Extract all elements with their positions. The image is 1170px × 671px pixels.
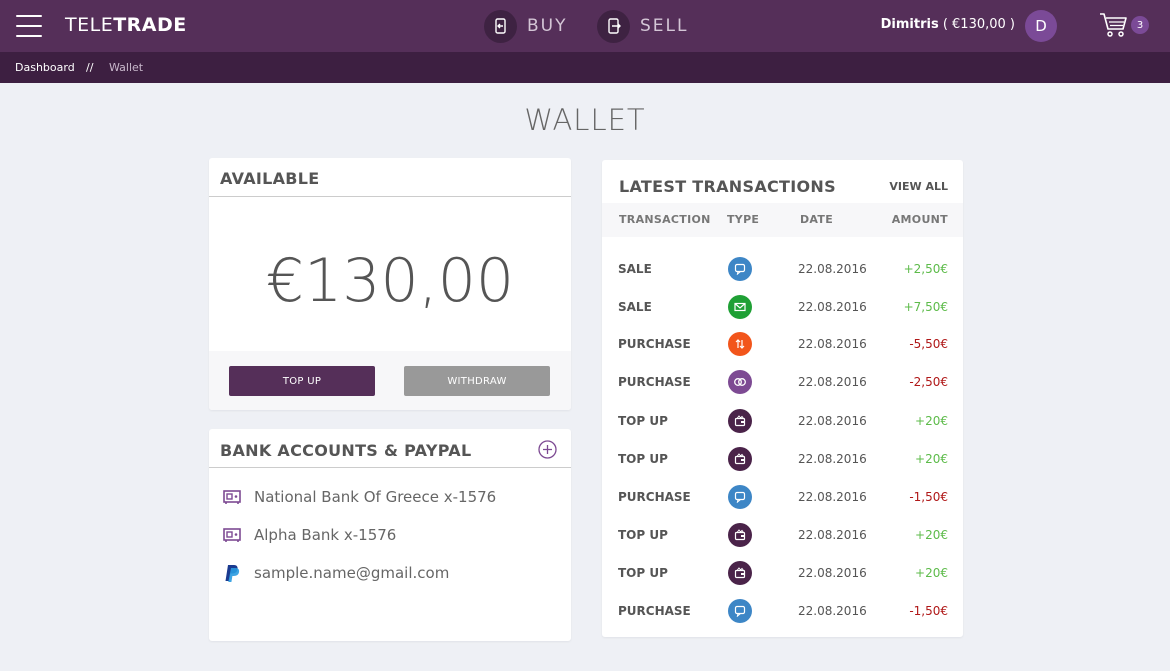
- logo-text-bold: TRADE: [113, 14, 187, 36]
- cart-icon[interactable]: [1099, 12, 1129, 38]
- transaction-row[interactable]: TOP UP 22.08.2016 +20€: [602, 520, 963, 550]
- transaction-date: 22.08.2016: [798, 300, 867, 314]
- bank-account-item[interactable]: Alpha Bank x-1576: [222, 524, 396, 546]
- transaction-name: PURCHASE: [618, 604, 691, 618]
- transactions-table-header: TRANSACTION TYPE DATE AMOUNT: [602, 203, 963, 237]
- transaction-name: TOP UP: [618, 414, 668, 428]
- logo-text-light: TELE: [65, 14, 114, 36]
- available-actions: TOP UP WITHDRAW: [209, 351, 571, 410]
- wallet-icon: [728, 447, 752, 471]
- transaction-name: TOP UP: [618, 566, 668, 580]
- transaction-date: 22.08.2016: [798, 490, 867, 504]
- sell-label: SELL: [640, 16, 689, 36]
- transaction-amount: -2,50€: [909, 375, 948, 389]
- paypal-icon: [222, 563, 242, 583]
- transaction-name: TOP UP: [618, 528, 668, 542]
- column-header-transaction[interactable]: TRANSACTION: [619, 213, 711, 226]
- withdraw-button[interactable]: WITHDRAW: [404, 366, 550, 396]
- transaction-amount: -5,50€: [909, 337, 948, 351]
- transaction-row[interactable]: TOP UP 22.08.2016 +20€: [602, 558, 963, 588]
- chat-icon: [728, 485, 752, 509]
- bank-account-item[interactable]: National Bank Of Greece x-1576: [222, 486, 496, 508]
- buy-label: BUY: [527, 16, 568, 36]
- transactions-title: LATEST TRANSACTIONS: [619, 177, 836, 196]
- available-balance: €130,00: [265, 246, 515, 316]
- transaction-row[interactable]: TOP UP 22.08.2016 +20€: [602, 444, 963, 474]
- breadcrumb-dashboard[interactable]: Dashboard: [15, 61, 75, 74]
- transaction-amount: +7,50€: [903, 300, 948, 314]
- transaction-date: 22.08.2016: [798, 566, 867, 580]
- account-label: National Bank Of Greece x-1576: [254, 488, 497, 506]
- menu-icon[interactable]: [16, 14, 42, 37]
- sell-icon: [597, 9, 630, 43]
- column-header-date[interactable]: DATE: [800, 213, 833, 226]
- transaction-row[interactable]: SALE 22.08.2016 +2,50€: [602, 254, 963, 284]
- breadcrumb: Dashboard // Wallet: [0, 52, 1170, 83]
- transaction-amount: +2,50€: [903, 262, 948, 276]
- transaction-amount: +20€: [915, 566, 948, 580]
- breadcrumb-wallet: Wallet: [109, 61, 144, 74]
- transaction-row[interactable]: TOP UP 22.08.2016 +20€: [602, 406, 963, 436]
- chat-icon: [728, 599, 752, 623]
- transaction-name: PURCHASE: [618, 375, 691, 389]
- cart-count-badge: 3: [1131, 16, 1149, 34]
- wallet-icon: [728, 561, 752, 585]
- sell-button[interactable]: SELL: [597, 9, 688, 43]
- transaction-amount: -1,50€: [909, 604, 948, 618]
- transaction-date: 22.08.2016: [798, 375, 867, 389]
- transaction-amount: +20€: [915, 528, 948, 542]
- transaction-name: TOP UP: [618, 452, 668, 466]
- rings-icon: [728, 370, 752, 394]
- mail-icon: [728, 295, 752, 319]
- wallet-icon: [728, 523, 752, 547]
- transaction-date: 22.08.2016: [798, 262, 867, 276]
- paypal-account-item[interactable]: sample.name@gmail.com: [222, 562, 449, 584]
- transaction-row[interactable]: PURCHASE 22.08.2016 -2,50€: [602, 367, 963, 397]
- account-label: Alpha Bank x-1576: [254, 526, 397, 544]
- available-card: AVAILABLE €130,00 TOP UP WITHDRAW: [209, 158, 571, 410]
- view-all-link[interactable]: VIEW ALL: [889, 180, 948, 193]
- transaction-row[interactable]: PURCHASE 22.08.2016 -5,50€: [602, 329, 963, 359]
- transaction-name: PURCHASE: [618, 337, 691, 351]
- user-info[interactable]: Dimitris ( €130,00 ): [881, 17, 1015, 32]
- avatar[interactable]: D: [1025, 10, 1057, 42]
- transaction-date: 22.08.2016: [798, 414, 867, 428]
- user-balance: ( €130,00 ): [942, 17, 1015, 32]
- transaction-date: 22.08.2016: [798, 604, 867, 618]
- transaction-row[interactable]: PURCHASE 22.08.2016 -1,50€: [602, 482, 963, 512]
- transaction-row[interactable]: PURCHASE 22.08.2016 -1,50€: [602, 596, 963, 626]
- buy-icon: [484, 9, 517, 43]
- buy-button[interactable]: BUY: [484, 9, 568, 43]
- bank-icon: [222, 525, 242, 545]
- transaction-date: 22.08.2016: [798, 528, 867, 542]
- bank-accounts-title: BANK ACCOUNTS & PAYPAL: [209, 429, 571, 468]
- transaction-row[interactable]: SALE 22.08.2016 +7,50€: [602, 292, 963, 322]
- transaction-amount: -1,50€: [909, 490, 948, 504]
- bank-icon: [222, 487, 242, 507]
- logo[interactable]: TELETRADE: [65, 14, 187, 36]
- transaction-name: SALE: [618, 300, 652, 314]
- breadcrumb-separator: //: [86, 61, 94, 74]
- column-header-type[interactable]: TYPE: [727, 213, 759, 226]
- transaction-date: 22.08.2016: [798, 337, 867, 351]
- transaction-date: 22.08.2016: [798, 452, 867, 466]
- transaction-name: SALE: [618, 262, 652, 276]
- column-header-amount[interactable]: AMOUNT: [892, 213, 948, 226]
- top-bar: TELETRADE BUY SELL Dimitris ( €130,00 ) …: [0, 0, 1170, 52]
- transaction-amount: +20€: [915, 414, 948, 428]
- exchange-icon: [728, 332, 752, 356]
- transactions-card: LATEST TRANSACTIONS VIEW ALL TRANSACTION…: [602, 160, 963, 637]
- chat-icon: [728, 257, 752, 281]
- transaction-name: PURCHASE: [618, 490, 691, 504]
- available-title: AVAILABLE: [209, 158, 571, 197]
- user-name: Dimitris: [880, 17, 939, 32]
- account-label: sample.name@gmail.com: [254, 564, 450, 582]
- wallet-icon: [728, 409, 752, 433]
- top-up-button[interactable]: TOP UP: [229, 366, 375, 396]
- transaction-amount: +20€: [915, 452, 948, 466]
- page-title: WALLET: [524, 103, 646, 137]
- bank-accounts-card: BANK ACCOUNTS & PAYPAL National Bank Of …: [209, 429, 571, 641]
- add-account-icon[interactable]: [538, 440, 557, 459]
